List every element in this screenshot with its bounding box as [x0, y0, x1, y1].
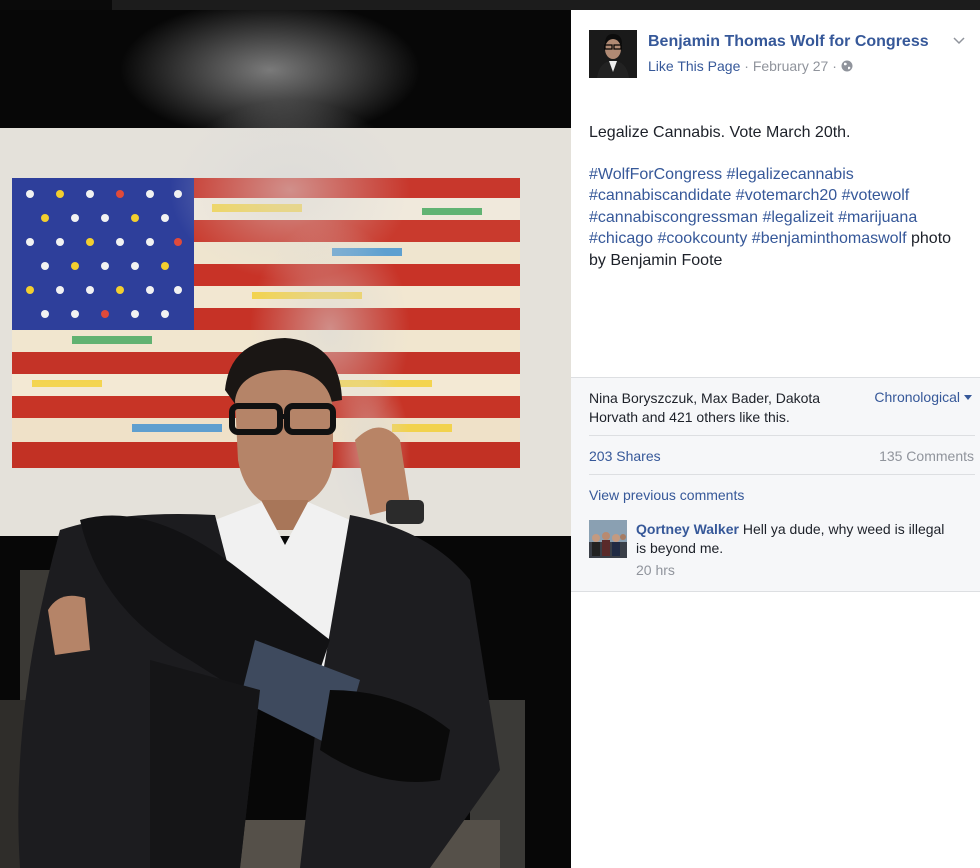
hashtag-link[interactable]: #votewolf: [842, 187, 910, 204]
comment-timestamp[interactable]: 20 hrs: [636, 561, 956, 580]
post-meta: Like This Page · February 27 ·: [648, 58, 853, 74]
hashtag-link[interactable]: #cookcounty: [658, 230, 748, 247]
divider: [589, 474, 975, 475]
top-bar-segment: [0, 0, 112, 10]
man-in-suit: [18, 338, 500, 868]
sort-label: Chronological: [874, 389, 960, 405]
page-name-link[interactable]: Benjamin Thomas Wolf for Congress: [648, 33, 929, 51]
post-date[interactable]: February 27: [753, 58, 828, 74]
divider: [589, 435, 975, 436]
commenter-name-link[interactable]: Qortney Walker: [636, 521, 739, 537]
post-text-line: Legalize Cannabis. Vote March 20th.: [589, 124, 851, 141]
hashtag-link[interactable]: #marijuana: [838, 209, 917, 226]
post-header: Benjamin Thomas Wolf for Congress Like T…: [589, 30, 969, 80]
hashtag-link[interactable]: #cannabiscongressman: [589, 209, 758, 226]
like-page-link[interactable]: Like This Page: [648, 58, 740, 74]
page-avatar[interactable]: [589, 30, 637, 78]
shares-link[interactable]: 203 Shares: [589, 448, 661, 464]
social-section: Nina Boryszczuk, Max Bader, Dakota Horva…: [571, 377, 980, 592]
comments-count-link[interactable]: 135 Comments: [879, 448, 974, 464]
hashtag-link[interactable]: #chicago: [589, 230, 653, 247]
hashtag-link[interactable]: #votemarch20: [736, 187, 837, 204]
meta-separator: ·: [832, 58, 837, 74]
post-photo[interactable]: [0, 10, 571, 868]
sort-dropdown[interactable]: Chronological: [874, 389, 972, 405]
hashtag-link[interactable]: #legalizecannabis: [727, 166, 854, 183]
hashtag-link[interactable]: #cannabiscandidate: [589, 187, 731, 204]
top-bar: [0, 0, 980, 10]
commenter-photo: [589, 520, 627, 558]
hashtag-link[interactable]: #benjaminthomaswolf: [752, 230, 907, 247]
comment-body: Qortney Walker Hell ya dude, why weed is…: [636, 520, 956, 580]
meta-separator: ·: [744, 58, 749, 74]
hashtag-link[interactable]: #WolfForCongress: [589, 166, 722, 183]
caret-down-icon: [964, 395, 972, 400]
likes-summary[interactable]: Nina Boryszczuk, Max Bader, Dakota Horva…: [589, 389, 839, 427]
commenter-avatar[interactable]: [589, 520, 627, 558]
chevron-down-icon[interactable]: [953, 32, 965, 48]
post-panel: Benjamin Thomas Wolf for Congress Like T…: [571, 10, 980, 868]
globe-icon: [841, 60, 853, 72]
post-hashtags: #WolfForCongress #legalizecannabis #cann…: [589, 164, 969, 272]
avatar-portrait: [589, 30, 637, 78]
view-previous-comments-link[interactable]: View previous comments: [589, 487, 744, 503]
hashtag-link[interactable]: #legalizeit: [762, 209, 833, 226]
post-body: Legalize Cannabis. Vote March 20th. #Wol…: [589, 122, 969, 271]
